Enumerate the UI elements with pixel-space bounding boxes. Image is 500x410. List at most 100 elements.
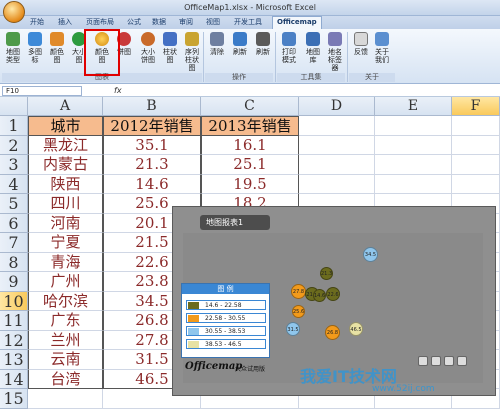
row-header[interactable]: 3: [0, 155, 28, 175]
empty-cell[interactable]: [28, 389, 103, 409]
clear-button[interactable]: 清除: [207, 32, 227, 56]
legend-range: 38.53 - 46.5: [205, 341, 242, 348]
print-mode-button[interactable]: 打印模式: [279, 32, 299, 64]
empty-cell[interactable]: [452, 155, 500, 175]
feedback-button[interactable]: 反馈: [351, 32, 371, 56]
tab-review[interactable]: 审阅: [179, 17, 193, 28]
size-pie-button[interactable]: 大小饼图: [138, 32, 158, 64]
map-bubble[interactable]: 26.8: [325, 325, 340, 340]
table-header-cell[interactable]: 2012年销售: [103, 116, 201, 136]
print-icon: [282, 32, 296, 46]
table-header-cell[interactable]: 城市: [28, 116, 103, 136]
tab-home[interactable]: 开始: [30, 17, 44, 28]
map-bubble[interactable]: 46.5: [349, 322, 363, 336]
col-header-f[interactable]: F: [452, 97, 500, 116]
tab-insert[interactable]: 插入: [58, 17, 72, 28]
row-header[interactable]: 6: [0, 213, 28, 233]
map-type-button[interactable]: 地图类型: [3, 32, 23, 64]
tab-formulas[interactable]: 公式: [127, 17, 141, 28]
empty-cell[interactable]: [299, 135, 375, 155]
row-header[interactable]: 11: [0, 311, 28, 331]
tab-data[interactable]: 数据: [152, 17, 166, 28]
color-map-button[interactable]: 颜色图: [47, 32, 67, 64]
zoom-out-icon[interactable]: [431, 356, 441, 366]
row-header[interactable]: 15: [0, 389, 28, 409]
tab-officemap[interactable]: Officemap: [272, 16, 322, 29]
tab-view[interactable]: 视图: [206, 17, 220, 28]
refresh-button[interactable]: 刷新: [230, 32, 250, 56]
row-header[interactable]: 8: [0, 252, 28, 272]
table-cell[interactable]: 兰州: [28, 330, 103, 350]
table-cell[interactable]: 19.5: [201, 174, 299, 194]
row-header[interactable]: 13: [0, 350, 28, 370]
table-cell[interactable]: 陕西: [28, 174, 103, 194]
export-icon[interactable]: [444, 356, 454, 366]
map-bubble[interactable]: 34.5: [363, 247, 378, 262]
table-cell[interactable]: 台湾: [28, 369, 103, 389]
tab-page-layout[interactable]: 页面布局: [86, 17, 114, 28]
table-cell[interactable]: 21.3: [103, 155, 201, 175]
map-bubble[interactable]: 22.6: [326, 287, 340, 301]
row-header[interactable]: 9: [0, 272, 28, 292]
about-button[interactable]: 关于我们: [372, 32, 392, 64]
office-button[interactable]: [3, 1, 25, 23]
empty-cell[interactable]: [375, 135, 452, 155]
tab-developer[interactable]: 开发工具: [234, 17, 262, 28]
empty-cell[interactable]: [452, 135, 500, 155]
col-header-e[interactable]: E: [375, 97, 452, 116]
col-header-c[interactable]: C: [201, 97, 299, 116]
empty-cell[interactable]: [299, 174, 375, 194]
table-cell[interactable]: 四川: [28, 194, 103, 214]
table-cell[interactable]: 内蒙古: [28, 155, 103, 175]
map-bubble[interactable]: 25.6: [292, 305, 305, 318]
row-header[interactable]: 5: [0, 194, 28, 214]
fullscreen-icon[interactable]: [457, 356, 467, 366]
refresh-all-button[interactable]: 刷新: [253, 32, 273, 56]
empty-cell[interactable]: [375, 116, 452, 136]
column-map-button[interactable]: 柱状图: [160, 32, 180, 64]
table-cell[interactable]: 35.1: [103, 135, 201, 155]
col-header-b[interactable]: B: [103, 97, 201, 116]
row-header[interactable]: 10: [0, 291, 28, 311]
table-cell[interactable]: 黑龙江: [28, 135, 103, 155]
series-column-icon: [185, 32, 199, 46]
table-cell[interactable]: 广东: [28, 311, 103, 331]
zoom-in-icon[interactable]: [418, 356, 428, 366]
map-bubble[interactable]: 27.8: [291, 284, 306, 299]
table-header-cell[interactable]: 2013年销售: [201, 116, 299, 136]
map-bubble[interactable]: 21.3: [320, 267, 333, 280]
empty-cell[interactable]: [375, 155, 452, 175]
multi-icon-button[interactable]: 多图标: [25, 32, 45, 64]
table-cell[interactable]: 14.6: [103, 174, 201, 194]
empty-cell[interactable]: [299, 155, 375, 175]
table-cell[interactable]: 云南: [28, 350, 103, 370]
table-cell[interactable]: 河南: [28, 213, 103, 233]
legend-range: 14.6 - 22.58: [205, 302, 242, 309]
empty-cell[interactable]: [299, 116, 375, 136]
table-cell[interactable]: 青海: [28, 252, 103, 272]
table-cell[interactable]: 哈尔滨: [28, 291, 103, 311]
row-header[interactable]: 1: [0, 116, 28, 136]
map-library-button[interactable]: 地图库: [303, 32, 323, 64]
place-label-button[interactable]: 地名标签器: [325, 32, 345, 72]
row-header[interactable]: 2: [0, 135, 28, 155]
col-header-a[interactable]: A: [28, 97, 103, 116]
row-header[interactable]: 14: [0, 369, 28, 389]
table-cell[interactable]: 25.1: [201, 155, 299, 175]
empty-cell[interactable]: [452, 174, 500, 194]
empty-cell[interactable]: [375, 174, 452, 194]
row-header[interactable]: 4: [0, 174, 28, 194]
table-cell[interactable]: 广州: [28, 272, 103, 292]
map-bubble[interactable]: 14.6: [313, 289, 326, 302]
row-header[interactable]: 12: [0, 330, 28, 350]
table-cell[interactable]: 宁夏: [28, 233, 103, 253]
empty-cell[interactable]: [452, 116, 500, 136]
table-cell[interactable]: 16.1: [201, 135, 299, 155]
name-box[interactable]: F10: [2, 86, 82, 96]
col-header-d[interactable]: D: [299, 97, 375, 116]
series-column-button[interactable]: 序列柱状图: [182, 32, 202, 72]
fx-icon[interactable]: fx: [114, 86, 122, 95]
row-header[interactable]: 7: [0, 233, 28, 253]
select-all-corner[interactable]: [0, 97, 28, 116]
map-bubble[interactable]: 31.5: [286, 322, 300, 336]
